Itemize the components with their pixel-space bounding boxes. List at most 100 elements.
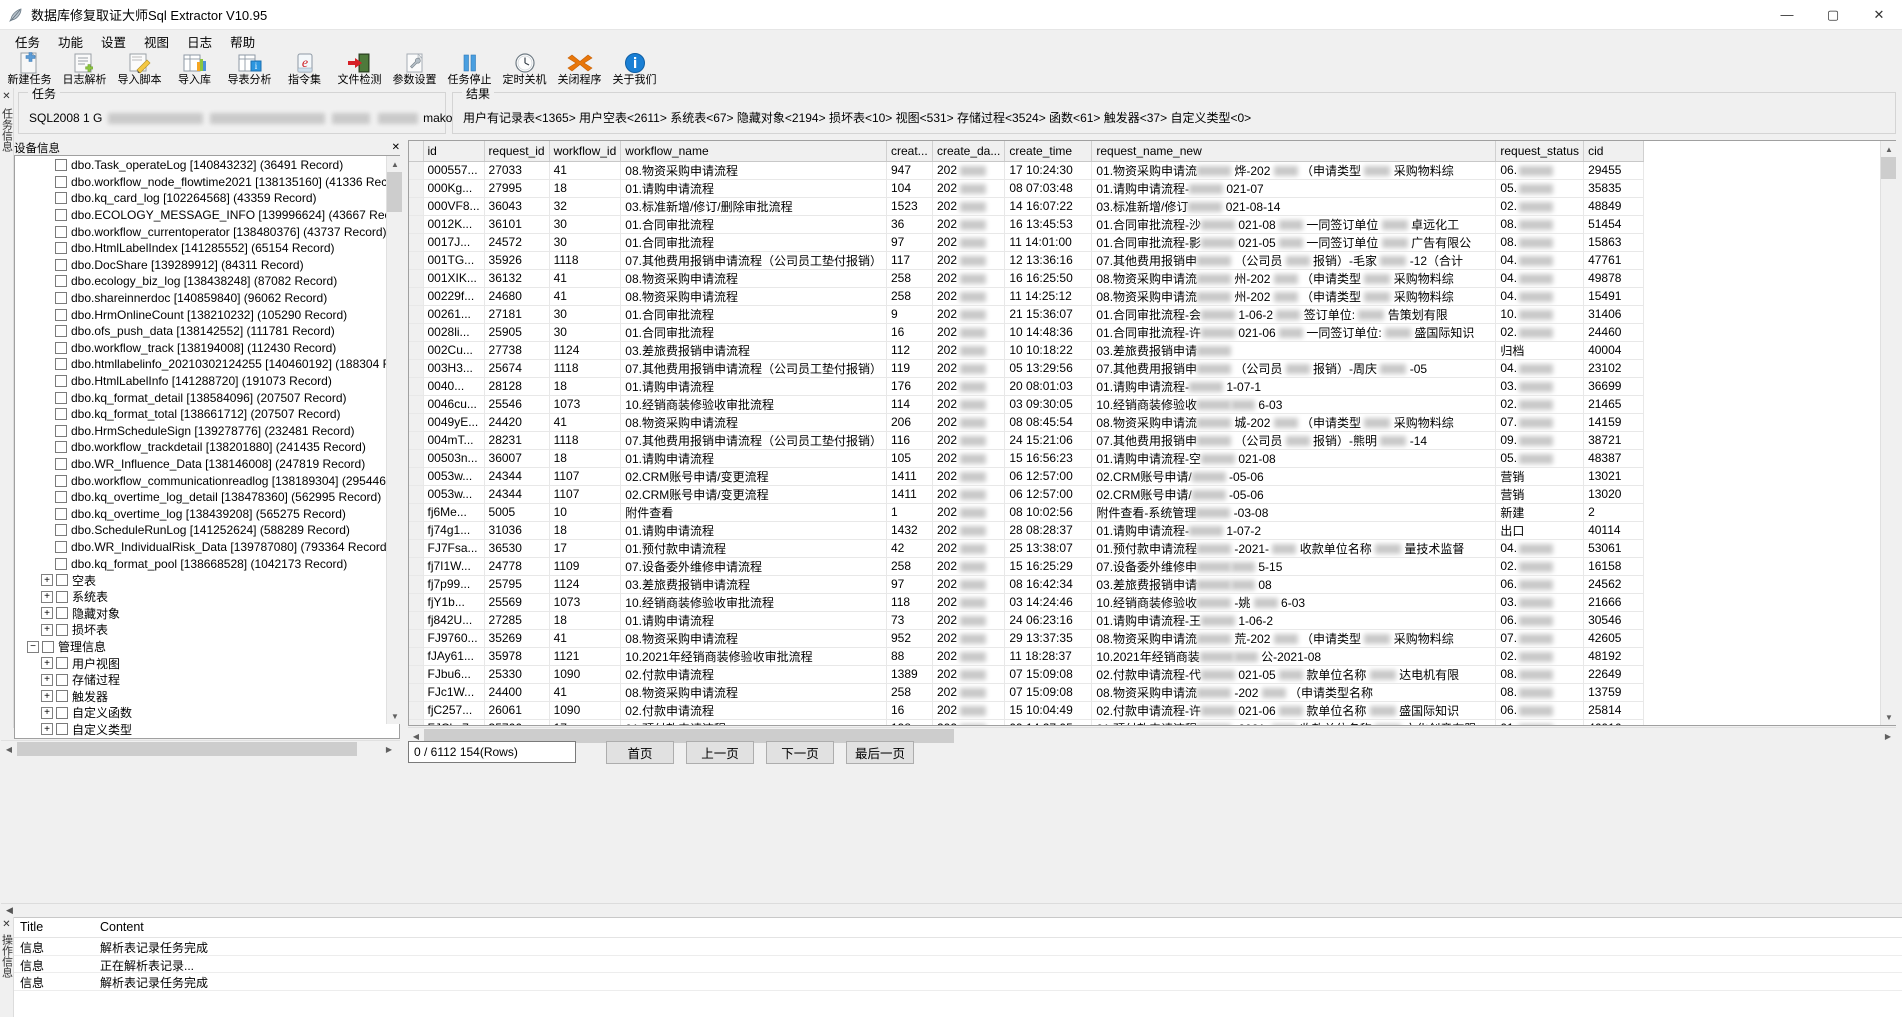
tree-item-checkbox[interactable] bbox=[56, 590, 68, 603]
grid-cell-request_name_new[interactable]: 01.预付款申请流程 -2021- 收款单位名称 量技术监督 bbox=[1091, 539, 1497, 558]
tree-item[interactable]: dbo.shareinnerdoc [140859840] (96062 Rec… bbox=[15, 290, 399, 307]
grid-cell-create_time[interactable]: 15 10:04:49 bbox=[1004, 701, 1093, 720]
grid-cell-request_id[interactable]: 24400 bbox=[484, 683, 550, 702]
table-row[interactable]: 004mT... 28231 1118 07.其他费用报销申请流程（公司员工垫付报销）… bbox=[409, 431, 1645, 450]
grid-cell-create_da[interactable]: 202 bbox=[932, 521, 1006, 540]
grid-cell-request_name_new[interactable]: 01.预付款申请流程 -2021- 收款单位名称 文化创意有限 bbox=[1091, 719, 1497, 725]
tree-scroll-down-arrow[interactable]: ▼ bbox=[387, 708, 403, 724]
grid-cell-workflow_id[interactable]: 30 bbox=[549, 215, 622, 234]
table-row[interactable]: 002Cu... 27738 1124 03.差旅费报销申请流程 112 202 10 10… bbox=[409, 341, 1645, 360]
tree-expand-icon[interactable]: + bbox=[41, 574, 53, 587]
tree-expand-icon[interactable]: + bbox=[41, 607, 53, 620]
grid-cell-create_time[interactable]: 06 12:57:00 bbox=[1004, 485, 1093, 504]
grid-cell-create_da[interactable]: 202 bbox=[932, 665, 1006, 684]
grid-column-header-create_time[interactable]: create_time bbox=[1004, 141, 1093, 162]
grid-cell-creat[interactable]: 105 bbox=[886, 449, 933, 468]
grid-column-header-request_status[interactable]: request_status bbox=[1495, 141, 1585, 162]
grid-cell-create_time[interactable]: 10 14:48:36 bbox=[1004, 323, 1093, 342]
grid-cell-request_name_new[interactable]: 01.合同审批流程-许 021-06 一同签订单位: 盛国际知识 bbox=[1091, 323, 1497, 342]
grid-cell-id[interactable]: FJClm7... bbox=[423, 719, 485, 725]
grid-cell-create_time[interactable]: 05 13:29:56 bbox=[1004, 359, 1093, 378]
grid-column-header-workflow_id[interactable]: workflow_id bbox=[549, 141, 622, 162]
device-info-close-icon[interactable]: ✕ bbox=[392, 142, 400, 153]
grid-cell-request_status[interactable]: 02. bbox=[1495, 395, 1585, 414]
grid-cell-request_status[interactable]: 08. bbox=[1495, 233, 1585, 252]
menu-settings[interactable]: 设置 bbox=[92, 31, 135, 51]
grid-cell-request_id[interactable]: 24420 bbox=[484, 413, 550, 432]
grid-cell-id[interactable]: 00229f... bbox=[423, 287, 485, 306]
grid-cell-id[interactable]: 004mT... bbox=[423, 431, 485, 450]
grid-cell-cid[interactable]: 29455 bbox=[1583, 161, 1645, 180]
grid-cell-id[interactable]: 0012K... bbox=[423, 215, 485, 234]
tree-item-checkbox[interactable] bbox=[42, 640, 54, 653]
grid-cell-creat[interactable]: 97 bbox=[886, 233, 933, 252]
grid-cell-cid[interactable]: 30546 bbox=[1583, 611, 1645, 630]
grid-cell-request_status[interactable]: 06. bbox=[1495, 611, 1585, 630]
grid-cell-create_da[interactable]: 202 bbox=[932, 179, 1006, 198]
grid-cell-id[interactable]: fj842U... bbox=[423, 611, 485, 630]
grid-cell-workflow_name[interactable]: 07.设备委外维修申请流程 bbox=[620, 557, 887, 576]
grid-cell-creat[interactable]: 16 bbox=[886, 323, 933, 342]
grid-cell-workflow_id[interactable]: 30 bbox=[549, 323, 622, 342]
grid-cell-request_id[interactable]: 25674 bbox=[484, 359, 550, 378]
tree-item-checkbox[interactable] bbox=[55, 325, 67, 338]
grid-cell-creat[interactable]: 1 bbox=[886, 503, 933, 522]
grid-cell-workflow_name[interactable]: 08.物资采购申请流程 bbox=[620, 629, 887, 648]
grid-cell-create_time[interactable]: 10 10:18:22 bbox=[1004, 341, 1093, 360]
grid-cell-create_da[interactable]: 202 bbox=[932, 341, 1006, 360]
grid-cell-create_da[interactable]: 202 bbox=[932, 503, 1006, 522]
tree-expand-icon[interactable]: + bbox=[41, 623, 53, 636]
grid-cell-request_id[interactable]: 25569 bbox=[484, 593, 550, 612]
maximize-button[interactable]: ▢ bbox=[1810, 0, 1856, 30]
tree-item[interactable]: dbo.WR_IndividualRisk_Data [139787080] (… bbox=[15, 539, 399, 556]
log-row[interactable]: 信息 解析表记录任务完成 bbox=[14, 973, 1902, 991]
grid-cell-request_name_new[interactable]: 07.其他费用报销申 （公司员 报销）-熊明 -14 bbox=[1091, 431, 1497, 450]
toolbar-button-parameter-settings[interactable]: 参数设置 bbox=[387, 52, 442, 88]
grid-cell-id[interactable]: 002Cu... bbox=[423, 341, 485, 360]
grid-cell-cid[interactable]: 2 bbox=[1583, 503, 1645, 522]
grid-cell-workflow_name[interactable]: 08.物资采购申请流程 bbox=[620, 287, 887, 306]
grid-cell-cid[interactable]: 53061 bbox=[1583, 539, 1645, 558]
tree-expand-icon[interactable]: + bbox=[41, 690, 53, 703]
grid-row-selector[interactable] bbox=[409, 197, 424, 216]
grid-cell-workflow_name[interactable]: 10.经销商装修验收审批流程 bbox=[620, 395, 887, 414]
grid-cell-creat[interactable]: 9 bbox=[886, 305, 933, 324]
tree-item-checkbox[interactable] bbox=[56, 673, 68, 686]
grid-cell-creat[interactable]: 119 bbox=[886, 359, 933, 378]
grid-cell-workflow_name[interactable]: 01.预付款申请流程 bbox=[620, 539, 887, 558]
grid-cell-workflow_name[interactable]: 10.2021年经销商装修验收审批流程 bbox=[620, 647, 887, 666]
tree-expand-icon[interactable]: + bbox=[41, 723, 53, 736]
tree-vertical-scrollbar[interactable]: ▲ ▼ bbox=[386, 156, 403, 724]
grid-cell-request_name_new[interactable]: 10.经销商装修验收 -姚 6-03 bbox=[1091, 593, 1497, 612]
grid-cell-request_status[interactable]: 06. bbox=[1495, 701, 1585, 720]
grid-cell-create_da[interactable]: 202 bbox=[932, 251, 1006, 270]
tree-item[interactable]: dbo.kq_format_total [138661712] (207507 … bbox=[15, 406, 399, 423]
grid-cell-create_time[interactable]: 17 10:24:30 bbox=[1004, 161, 1093, 180]
grid-cell-create_time[interactable]: 16 13:45:53 bbox=[1004, 215, 1093, 234]
grid-cell-workflow_id[interactable]: 41 bbox=[549, 683, 622, 702]
grid-cell-create_time[interactable]: 11 14:25:12 bbox=[1004, 287, 1093, 306]
grid-cell-creat[interactable]: 112 bbox=[886, 341, 933, 360]
grid-cell-creat[interactable]: 73 bbox=[886, 611, 933, 630]
grid-cell-create_da[interactable]: 202 bbox=[932, 539, 1006, 558]
tree-item-checkbox[interactable] bbox=[56, 723, 68, 736]
grid-cell-request_name_new[interactable]: 01.合同审批流程-会 1-06-2 签订单位: 告策划有限 bbox=[1091, 305, 1497, 324]
grid-cell-create_time[interactable]: 08 08:45:54 bbox=[1004, 413, 1093, 432]
grid-cell-workflow_name[interactable]: 01.请购申请流程 bbox=[620, 611, 887, 630]
grid-cell-id[interactable]: 0053w... bbox=[423, 467, 485, 486]
grid-row-selector[interactable] bbox=[409, 233, 424, 252]
grid-row-selector[interactable] bbox=[409, 521, 424, 540]
grid-cell-id[interactable]: FJ7Fsa... bbox=[423, 539, 485, 558]
grid-cell-cid[interactable]: 48849 bbox=[1583, 197, 1645, 216]
grid-cell-cid[interactable]: 40004 bbox=[1583, 341, 1645, 360]
grid-cell-create_da[interactable]: 202 bbox=[932, 629, 1006, 648]
grid-cell-id[interactable]: 001XIK... bbox=[423, 269, 485, 288]
grid-row-selector[interactable] bbox=[409, 413, 424, 432]
grid-row-selector[interactable] bbox=[409, 539, 424, 558]
tree-item-checkbox[interactable] bbox=[55, 292, 67, 305]
grid-cell-id[interactable]: fj7p99... bbox=[423, 575, 485, 594]
grid-row-selector[interactable] bbox=[409, 557, 424, 576]
grid-cell-create_time[interactable]: 06 12:57:00 bbox=[1004, 467, 1093, 486]
tree-item[interactable]: dbo.ECOLOGY_MESSAGE_INFO [139996624] (43… bbox=[15, 207, 399, 224]
table-row[interactable]: FJ7Fsa... 36530 17 01.预付款申请流程 42 202 25 13:38:… bbox=[409, 539, 1645, 558]
